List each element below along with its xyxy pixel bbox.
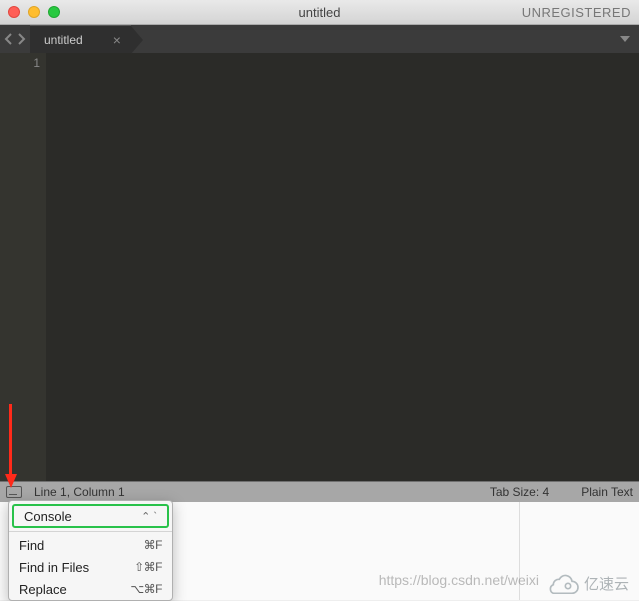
menu-item-find-in-files[interactable]: Find in Files ⇧⌘F bbox=[9, 556, 172, 578]
tab-dropdown-icon[interactable] bbox=[611, 25, 639, 53]
cloud-icon bbox=[548, 574, 580, 594]
watermark-logo: 亿速云 bbox=[548, 573, 629, 594]
menu-item-label: Replace bbox=[19, 582, 67, 597]
tab-forward-icon[interactable] bbox=[16, 33, 26, 45]
unregistered-label: UNREGISTERED bbox=[522, 5, 631, 20]
editor-area: 1 bbox=[0, 53, 639, 481]
status-bar: Line 1, Column 1 Tab Size: 4 Plain Text bbox=[0, 481, 639, 502]
syntax-label[interactable]: Plain Text bbox=[581, 485, 633, 499]
tab-size-label[interactable]: Tab Size: 4 bbox=[490, 485, 549, 499]
close-window-button[interactable] bbox=[8, 6, 20, 18]
minimize-window-button[interactable] bbox=[28, 6, 40, 18]
menu-item-shortcut: ⌘F bbox=[144, 538, 162, 552]
tab-back-icon[interactable] bbox=[4, 33, 14, 45]
panel-switcher-menu: Console ⌃ ` Find ⌘F Find in Files ⇧⌘F Re… bbox=[8, 500, 173, 601]
window-title: untitled bbox=[299, 5, 341, 20]
menu-item-shortcut: ⌃ ` bbox=[141, 510, 157, 523]
tab-close-icon[interactable]: × bbox=[113, 32, 121, 48]
cursor-position[interactable]: Line 1, Column 1 bbox=[34, 485, 125, 499]
menu-item-label: Find bbox=[19, 538, 44, 553]
traffic-lights bbox=[8, 6, 60, 18]
menu-item-console[interactable]: Console ⌃ ` bbox=[12, 504, 169, 528]
maximize-window-button[interactable] bbox=[48, 6, 60, 18]
tab-untitled[interactable]: untitled × bbox=[30, 25, 131, 53]
menu-item-label: Find in Files bbox=[19, 560, 89, 575]
window-titlebar: untitled UNREGISTERED bbox=[0, 0, 639, 25]
menu-item-label: Console bbox=[24, 509, 72, 524]
menu-separator bbox=[9, 531, 172, 532]
menu-item-shortcut: ⌥⌘F bbox=[130, 582, 162, 596]
tab-history-nav bbox=[0, 25, 30, 53]
tab-bar: untitled × bbox=[0, 25, 639, 53]
line-number: 1 bbox=[0, 56, 40, 70]
code-text-area[interactable] bbox=[46, 53, 639, 481]
watermark-url: https://blog.csdn.net/weixi bbox=[379, 572, 539, 588]
menu-item-replace[interactable]: Replace ⌥⌘F bbox=[9, 578, 172, 600]
line-gutter: 1 bbox=[0, 53, 46, 481]
tab-label: untitled bbox=[44, 33, 83, 47]
menu-item-find[interactable]: Find ⌘F bbox=[9, 534, 172, 556]
watermark-brand: 亿速云 bbox=[584, 573, 629, 594]
menu-item-shortcut: ⇧⌘F bbox=[134, 560, 162, 574]
panel-switcher-icon[interactable] bbox=[6, 486, 22, 498]
